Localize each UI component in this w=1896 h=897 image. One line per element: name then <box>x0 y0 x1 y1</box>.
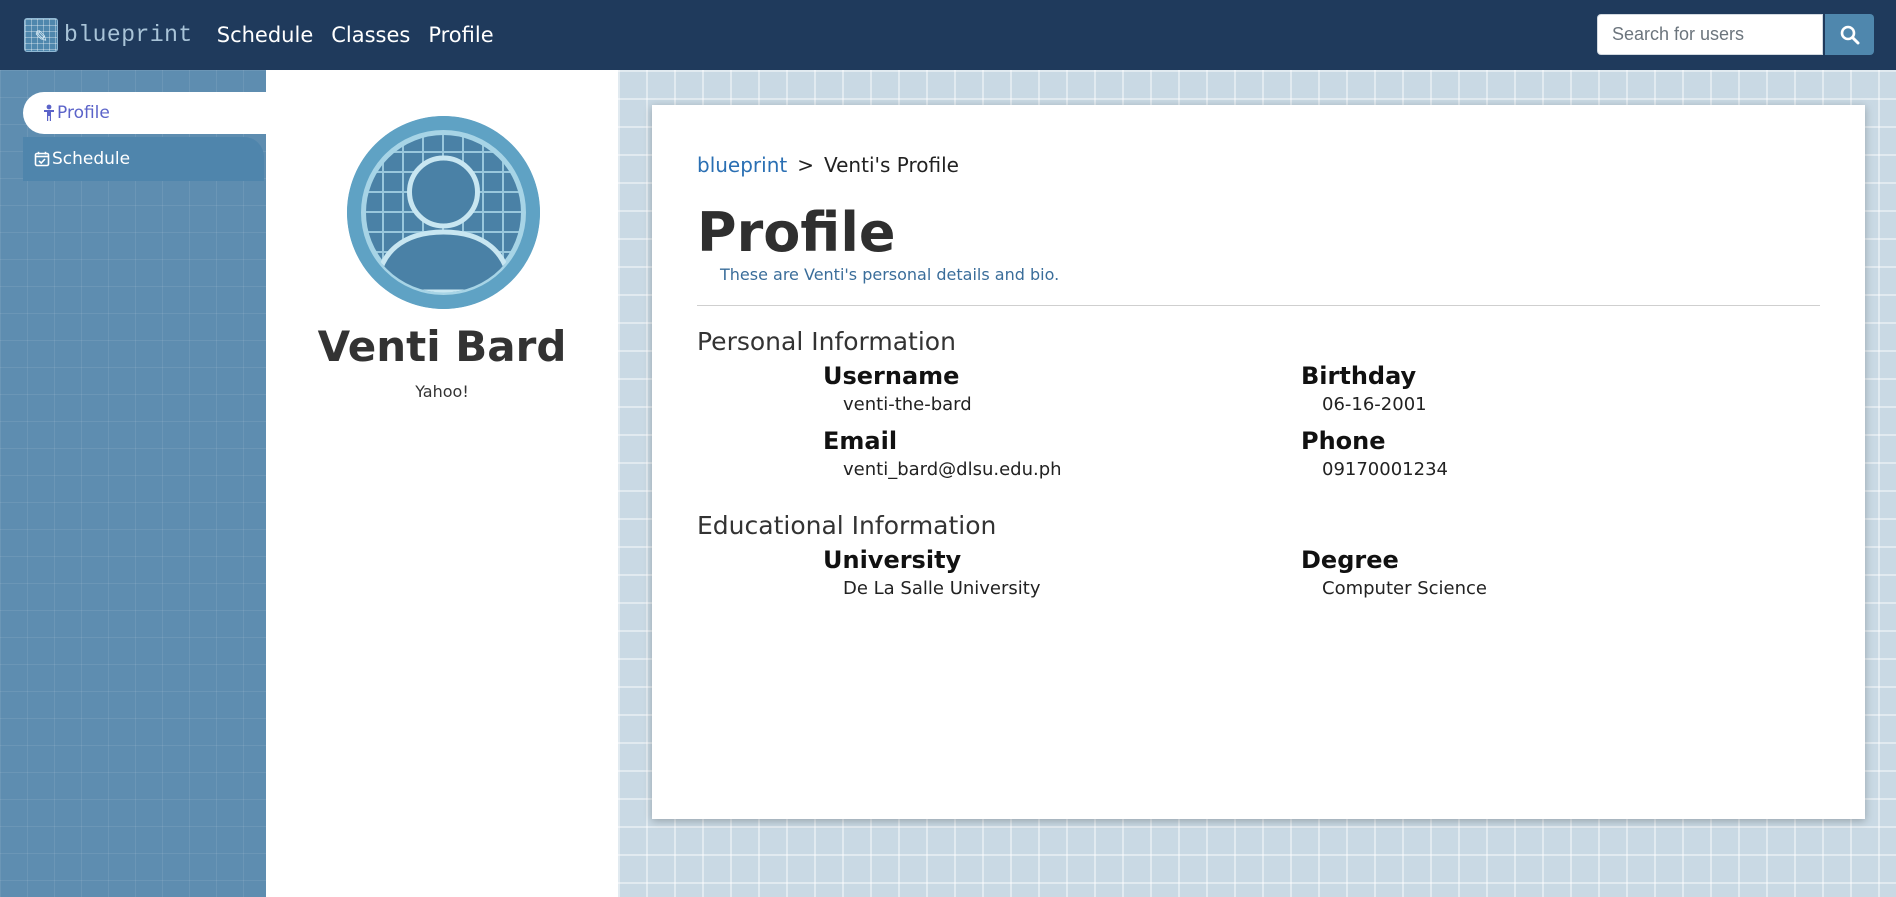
educational-info-heading: Educational Information <box>697 511 997 540</box>
email-label: Email <box>823 427 898 455</box>
blueprint-logo-icon: ✎ <box>24 18 58 52</box>
degree-value: Computer Science <box>1322 578 1487 599</box>
breadcrumb: blueprint > Venti's Profile <box>697 153 959 177</box>
nav-link-schedule[interactable]: Schedule <box>217 23 314 47</box>
profile-card: blueprint > Venti's Profile Profile Thes… <box>652 105 1865 819</box>
brand[interactable]: ✎ blueprint <box>24 0 193 70</box>
brand-text: blueprint <box>64 22 193 48</box>
calendar-check-icon <box>34 151 50 167</box>
sidebar-item-profile[interactable]: Profile <box>23 92 266 134</box>
university-label: University <box>823 546 962 574</box>
nav-links: Schedule Classes Profile <box>217 23 512 47</box>
breadcrumb-home-link[interactable]: blueprint <box>697 153 787 177</box>
search-input[interactable] <box>1597 14 1823 55</box>
user-avatar-icon <box>347 116 540 309</box>
university-value: De La Salle University <box>843 578 1041 599</box>
search-icon <box>1840 25 1859 44</box>
nav-link-classes[interactable]: Classes <box>331 23 410 47</box>
sidebar-item-label: Schedule <box>52 149 131 169</box>
search-bar <box>1597 14 1874 55</box>
email-value: venti_bard@dlsu.edu.ph <box>843 459 1062 480</box>
phone-value: 09170001234 <box>1322 459 1448 480</box>
search-button[interactable] <box>1825 14 1874 55</box>
breadcrumb-separator: > <box>797 153 814 177</box>
birthday-value: 06-16-2001 <box>1322 394 1427 415</box>
profile-panel: Venti Bard Yahoo! <box>266 70 618 897</box>
sidebar-item-schedule[interactable]: Schedule <box>23 137 264 181</box>
top-navbar: ✎ blueprint Schedule Classes Profile <box>0 0 1896 70</box>
page-subtitle: These are Venti's personal details and b… <box>720 265 1060 284</box>
breadcrumb-current: Venti's Profile <box>824 153 959 177</box>
profile-bio: Yahoo! <box>415 382 469 401</box>
page-title: Profile <box>697 201 896 264</box>
username-value: venti-the-bard <box>843 394 972 415</box>
degree-label: Degree <box>1301 546 1399 574</box>
sidebar-item-label: Profile <box>57 103 110 123</box>
personal-info-heading: Personal Information <box>697 327 956 356</box>
avatar <box>347 116 540 309</box>
nav-link-profile[interactable]: Profile <box>428 23 493 47</box>
divider <box>697 305 1820 306</box>
profile-name: Venti Bard <box>317 322 567 371</box>
username-label: Username <box>823 362 960 390</box>
sidebar: Profile Schedule <box>0 70 266 897</box>
birthday-label: Birthday <box>1301 362 1417 390</box>
phone-label: Phone <box>1301 427 1386 455</box>
person-icon <box>44 104 54 121</box>
